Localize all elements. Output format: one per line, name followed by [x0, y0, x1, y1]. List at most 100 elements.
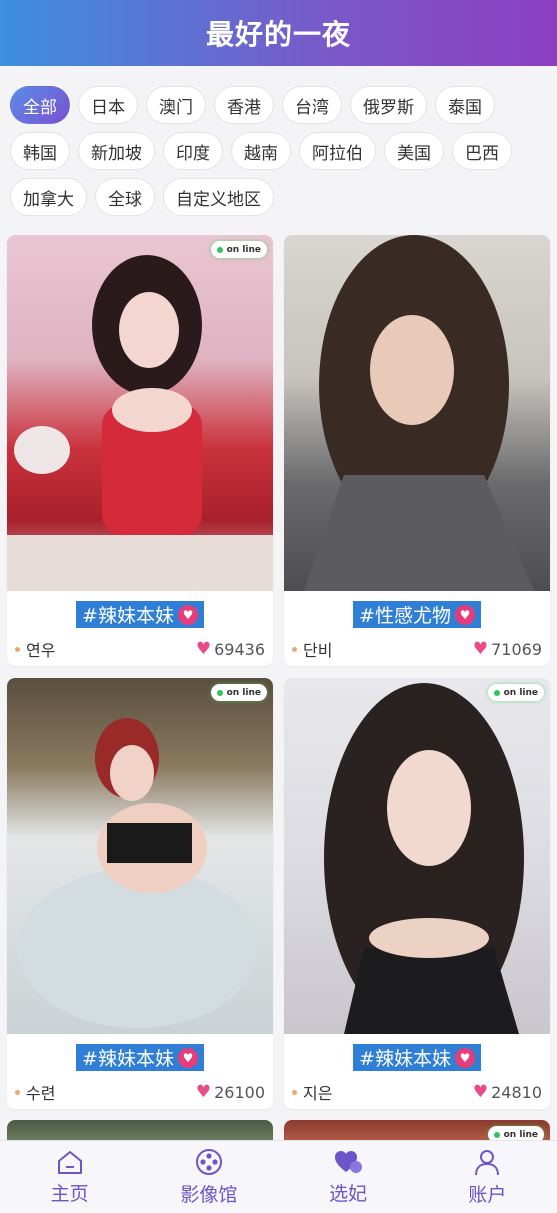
profile-name: 연우 — [26, 641, 56, 660]
region-chip-custom[interactable]: 自定义地区 — [163, 178, 274, 216]
profile-tag-text: #性感尤物 — [359, 605, 451, 627]
profile-card[interactable]: on line #辣妹本妹 ♥ 연우 ♥ 69436 — [7, 235, 273, 666]
region-filter: 全部 日本 澳门 香港 台湾 俄罗斯 泰国 韩国 新加坡 印度 越南 阿拉伯 美… — [10, 86, 550, 216]
profile-tag: #辣妹本妹 ♥ — [76, 1044, 204, 1071]
region-chip-taiwan[interactable]: 台湾 — [282, 86, 342, 124]
profile-name: 수련 — [26, 1084, 56, 1103]
region-chip-japan[interactable]: 日本 — [78, 86, 138, 124]
profile-name: 단비 — [303, 641, 333, 660]
profile-name: 지은 — [303, 1084, 333, 1103]
tagline-row: #性感尤物 ♥ — [284, 601, 550, 628]
photo-illustration — [324, 683, 524, 1034]
user-icon — [474, 1148, 500, 1176]
profile-card[interactable]: #性感尤物 ♥ 단비 ♥ 71069 — [284, 235, 550, 666]
hearts-icon — [333, 1149, 363, 1175]
profile-name-wrap: 단비 — [292, 637, 332, 661]
region-chip-korea[interactable]: 韩国 — [10, 132, 70, 170]
region-chip-russia[interactable]: 俄罗斯 — [350, 86, 427, 124]
tab-home-label: 主页 — [50, 1182, 89, 1205]
online-dot-icon — [216, 689, 223, 696]
like-count-value: 69436 — [214, 639, 265, 659]
like-count-value: 71069 — [491, 639, 542, 659]
photo-illustration — [7, 255, 273, 591]
profile-photo[interactable] — [284, 235, 550, 591]
film-reel-icon — [195, 1148, 223, 1176]
tagline-row: #辣妹本妹 ♥ — [7, 1044, 273, 1071]
online-label: on line — [226, 687, 261, 698]
bullet-icon — [15, 1089, 20, 1095]
profile-photo[interactable]: on line — [7, 235, 273, 591]
online-badge: on line — [487, 684, 544, 701]
region-chip-thailand[interactable]: 泰国 — [435, 86, 495, 124]
bullet-icon — [292, 1089, 297, 1095]
profile-tag: #辣妹本妹 ♥ — [76, 601, 204, 628]
profile-photo[interactable]: on line — [284, 678, 550, 1034]
online-dot-icon — [493, 1131, 500, 1138]
region-chip-macau[interactable]: 澳门 — [146, 86, 206, 124]
bullet-icon — [292, 646, 297, 652]
region-chip-singapore[interactable]: 新加坡 — [78, 132, 155, 170]
profile-name-wrap: 지은 — [292, 1080, 332, 1104]
like-count: ♥ 24810 — [473, 1082, 542, 1102]
tab-account[interactable]: 账户 — [418, 1141, 557, 1213]
heart-icon: ♥ — [195, 639, 212, 659]
profile-tag: #性感尤物 ♥ — [353, 601, 481, 628]
profile-card[interactable]: on line #辣妹本妹 ♥ 지은 ♥ 24810 — [284, 678, 550, 1109]
region-chip-vietnam[interactable]: 越南 — [231, 132, 291, 170]
region-chip-hongkong[interactable]: 香港 — [214, 86, 274, 124]
profile-name-wrap: 수련 — [15, 1080, 55, 1104]
profile-tag-text: #辣妹本妹 — [82, 605, 174, 627]
bullet-icon — [15, 646, 20, 652]
region-chip-global[interactable]: 全球 — [95, 178, 155, 216]
profile-meta: 연우 ♥ 69436 — [15, 637, 265, 661]
photo-illustration — [304, 235, 534, 591]
app-header: 最好的一夜 — [0, 0, 557, 66]
online-badge: on line — [210, 684, 267, 701]
heart-icon: ♥ — [177, 1047, 198, 1068]
profile-photo[interactable]: on line — [7, 678, 273, 1034]
tagline-row: #辣妹本妹 ♥ — [284, 1044, 550, 1071]
online-dot-icon — [493, 689, 500, 696]
bottom-tab-bar: 主页 影像馆 选妃 账户 — [0, 1140, 557, 1213]
heart-icon: ♥ — [454, 1047, 475, 1068]
region-chip-brazil[interactable]: 巴西 — [452, 132, 512, 170]
like-count-value: 24810 — [491, 1082, 542, 1102]
profile-tag-text: #辣妹本妹 — [359, 1048, 451, 1070]
region-chip-canada[interactable]: 加拿大 — [10, 178, 87, 216]
profile-tag: #辣妹本妹 ♥ — [353, 1044, 481, 1071]
like-count-value: 26100 — [214, 1082, 265, 1102]
tab-cinema[interactable]: 影像馆 — [139, 1141, 278, 1213]
online-label: on line — [226, 244, 261, 255]
profile-grid: on line #辣妹本妹 ♥ 연우 ♥ 69436 #性感尤物 ♥ 단비 ♥ 7106… — [7, 235, 550, 1109]
region-chip-all[interactable]: 全部 — [10, 86, 70, 124]
tagline-row: #辣妹本妹 ♥ — [7, 601, 273, 628]
region-chip-arabia[interactable]: 阿拉伯 — [299, 132, 376, 170]
profile-meta: 단비 ♥ 71069 — [292, 637, 542, 661]
like-count: ♥ 71069 — [473, 639, 542, 659]
tab-select-label: 选妃 — [329, 1182, 368, 1205]
profile-name-wrap: 연우 — [15, 637, 55, 661]
heart-icon: ♥ — [454, 604, 475, 625]
tab-account-label: 账户 — [468, 1183, 507, 1206]
profile-card[interactable]: on line #辣妹本妹 ♥ 수련 ♥ 26100 — [7, 678, 273, 1109]
tab-select[interactable]: 选妃 — [279, 1141, 418, 1213]
home-icon — [56, 1149, 84, 1175]
region-chip-usa[interactable]: 美国 — [384, 132, 444, 170]
like-count: ♥ 26100 — [196, 1082, 265, 1102]
heart-icon: ♥ — [177, 604, 198, 625]
profile-meta: 수련 ♥ 26100 — [15, 1080, 265, 1104]
profile-tag-text: #辣妹本妹 — [82, 1048, 174, 1070]
heart-icon: ♥ — [472, 1082, 489, 1102]
region-chip-india[interactable]: 印度 — [163, 132, 223, 170]
online-label: on line — [503, 687, 538, 698]
photo-illustration — [17, 718, 257, 1028]
heart-icon: ♥ — [472, 639, 489, 659]
tab-cinema-label: 影像馆 — [180, 1183, 238, 1206]
like-count: ♥ 69436 — [196, 639, 265, 659]
profile-meta: 지은 ♥ 24810 — [292, 1080, 542, 1104]
online-label: on line — [503, 1129, 538, 1140]
page-title: 最好的一夜 — [205, 18, 351, 51]
tab-home[interactable]: 主页 — [0, 1141, 139, 1213]
heart-icon: ♥ — [195, 1082, 212, 1102]
online-badge: on line — [210, 241, 267, 258]
